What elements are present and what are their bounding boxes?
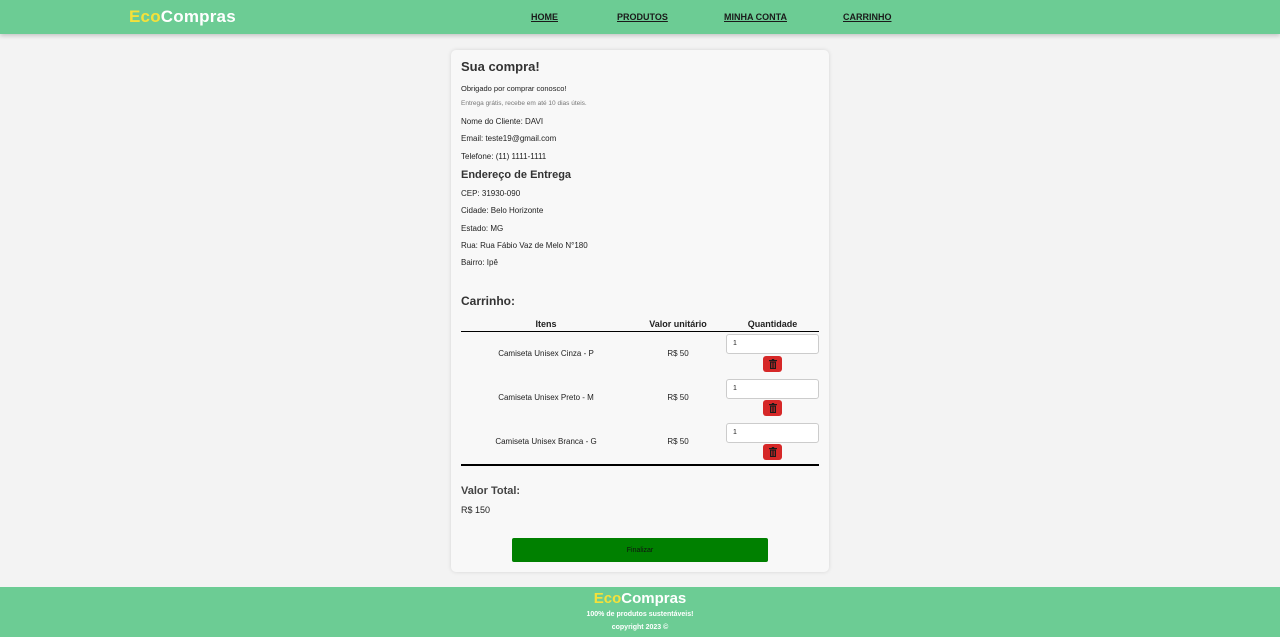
col-valor-unitario: Valor unitário [649, 319, 707, 329]
item-price: R$ 50 [667, 437, 689, 446]
item-price: R$ 50 [667, 349, 689, 358]
total-value: R$ 150 [461, 505, 491, 515]
trash-icon [768, 403, 777, 413]
footer-logo-compras: Compras [621, 590, 687, 607]
address-district: Bairro: Ipê [461, 258, 498, 267]
top-navbar: EcoCompras HOME PRODUTOS MINHA CONTA CAR… [0, 0, 1280, 34]
order-summary-card: Sua compra! Obrigado por comprar conosco… [451, 50, 829, 572]
address-state: Estado: MG [461, 224, 504, 233]
trash-icon [768, 447, 777, 457]
nav-minha-conta[interactable]: MINHA CONTA [724, 12, 787, 22]
address-street: Rua: Rua Fábio Vaz de Melo N°180 [461, 241, 588, 250]
quantity-input[interactable]: 1 [726, 423, 819, 443]
footer: EcoCompras 100% de produtos sustentáveis… [0, 587, 1280, 637]
item-name: Camiseta Unisex Cinza - P [498, 349, 594, 358]
nav-produtos[interactable]: PRODUTOS [617, 12, 668, 22]
address-city: Cidade: Belo Horizonte [461, 206, 544, 215]
quantity-input[interactable]: 1 [726, 334, 819, 354]
delete-item-button[interactable] [763, 356, 782, 372]
customer-email: Email: teste19@gmail.com [461, 134, 557, 143]
cart-title: Carrinho: [461, 294, 515, 308]
logo[interactable]: EcoCompras [129, 7, 236, 27]
finish-button[interactable]: Finalizar [512, 538, 768, 562]
table-bottom-rule [461, 464, 819, 466]
footer-tagline: 100% de produtos sustentáveis! [586, 611, 694, 618]
logo-eco: Eco [129, 7, 161, 26]
trash-icon [768, 359, 777, 369]
col-quantidade: Quantidade [747, 319, 798, 329]
address-title: Endereço de Entrega [461, 169, 572, 181]
footer-logo-eco: Eco [593, 590, 622, 607]
col-itens: Itens [535, 319, 557, 329]
address-cep: CEP: 31930-090 [461, 189, 521, 198]
delete-item-button[interactable] [763, 444, 782, 460]
delivery-note: Entrega grátis, recebe em até 10 dias út… [461, 100, 587, 107]
item-name: Camiseta Unisex Preto - M [498, 393, 594, 402]
quantity-input[interactable]: 1 [726, 379, 819, 399]
total-label: Valor Total: [461, 485, 521, 497]
footer-logo: EcoCompras [0, 590, 1280, 607]
delete-item-button[interactable] [763, 400, 782, 416]
customer-phone: Telefone: (11) 1111-1111 [461, 152, 547, 161]
logo-compras: Compras [160, 7, 236, 26]
customer-name: Nome do Cliente: DAVI [461, 117, 544, 126]
nav-carrinho[interactable]: CARRINHO [843, 12, 892, 22]
thanks-text: Obrigado por comprar conosco! [461, 84, 567, 93]
footer-copyright: copyright 2023 © [611, 624, 669, 631]
table-top-rule [461, 331, 819, 332]
item-name: Camiseta Unisex Branca - G [495, 437, 597, 446]
nav-home[interactable]: HOME [531, 12, 558, 22]
order-title: Sua compra! [461, 59, 540, 74]
item-price: R$ 50 [667, 393, 689, 402]
